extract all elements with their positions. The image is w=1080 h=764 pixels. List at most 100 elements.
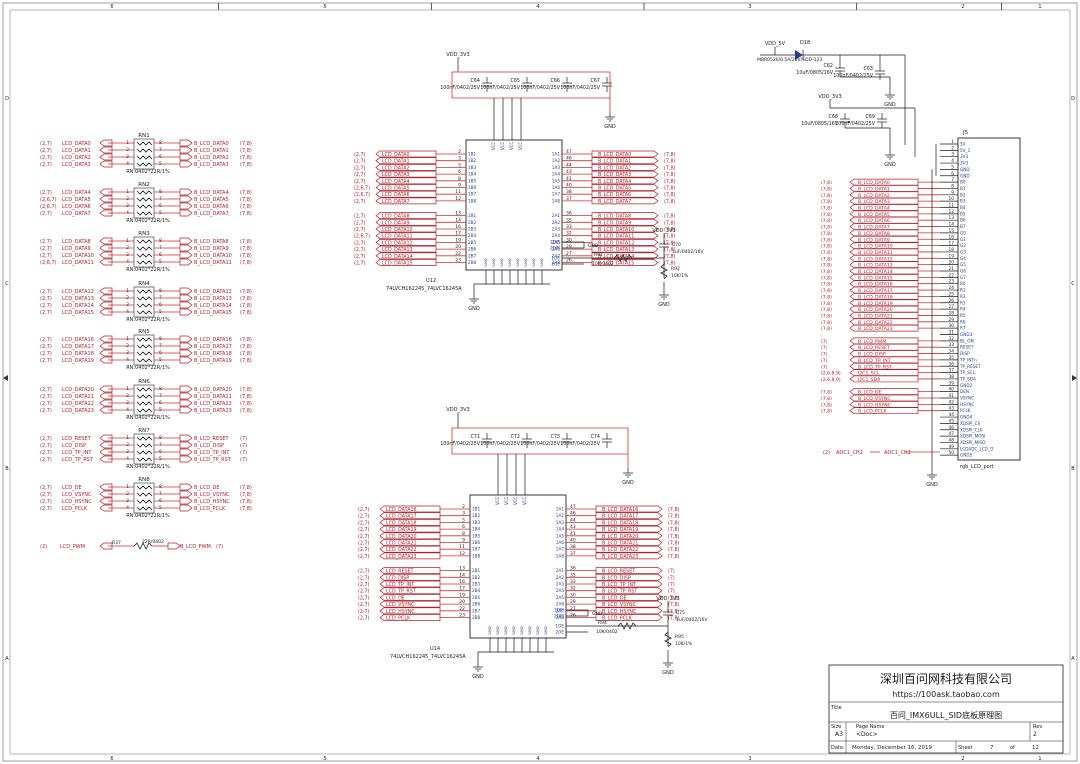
pin-number: 11 [459,544,465,550]
pin-name: 5V_1 [960,148,971,153]
pin-name: 2B2 [472,575,481,580]
pin-number: 37 [570,551,576,557]
rn-left-net: LCD_DATA21 [62,394,94,400]
pin-name: TP_RESET [959,364,981,369]
border-col-label: 2 [961,4,964,10]
rn-resistor [136,408,153,413]
pin-name: 1B5 [468,178,477,183]
adc-net: ADC1_CH2 [836,450,863,456]
pin-number: 2 [951,145,954,151]
cap-ref: C66 [551,78,560,84]
in-net: LCD_DE [386,595,405,601]
resistor-network-rn1: RN11 8(2,7) LCD_DATA0 B_LCD_DATA0 (7,8)2 7(2,… [40,133,252,175]
rn-left-ref: (2,7) [40,239,52,245]
pin-name: 2B1 [468,213,477,218]
out-net: B_LCD_DE [602,595,627,601]
rn-left-net: LCD_RESET [62,436,92,442]
rn-right-net: B_LCD_DATA9 [194,246,229,252]
in-net: LCD_DATA5 [382,186,410,192]
rn-resistor [136,457,153,462]
rn-right-ref: (7,8) [240,289,252,295]
out-net: B_LCD_DATA10 [598,227,634,233]
net-ref: (7,8) [821,212,832,218]
rn-right-net: B_LCD_DATA17 [194,344,232,350]
sheet-number: 7 [990,745,994,751]
rn-left-ref: (2,7) [40,211,52,217]
net-ref: (7,8) [821,288,832,294]
buffer-u14: VDD_3V3C71100nF/0402/25VC72100nF/0402/25… [358,407,709,680]
rn-right-net: B_LCD_DATA10 [194,253,232,259]
in-net: LCD_DATA11 [382,234,413,240]
rn-resistor [136,394,153,399]
pin-number: 22 [949,272,955,278]
pin-name: GND3 [960,332,973,337]
rn-right-net: B_LCD_TP_INT [194,450,230,456]
pin-number: 47 [570,504,576,510]
rn-left-net: LCD_DATA18 [62,351,94,357]
out-net: B_LCD_DATA0 [598,152,631,158]
cap-value: 100nF/0402/25V [480,85,520,91]
pin-name: 1B5 [472,533,481,538]
rc-cap-ref: C70 [672,242,681,248]
pin-number: 27 [566,251,572,257]
pin-name: R6 [960,319,966,324]
pin-number: 11 [949,203,955,209]
in-net: LCD_DISP [386,575,409,581]
out-ref: (7,8) [664,199,676,205]
resistor-network-rn5: RN51 8(2,7) LCD_DATA16 B_LCD_DATA16 (7,8)2 7(… [40,329,252,371]
rn-right-net: B_LCD_HSYNC [194,499,230,505]
pin-number: 18 [949,247,955,253]
cap-ref: C72 [511,434,520,440]
net-ref: (7,8) [821,409,832,415]
pin-name: 2A4 [552,233,561,238]
out-ref: (7,8) [668,547,680,553]
pwm-left-ref: (2) [40,544,47,550]
net-ref: (7,8) [821,275,832,281]
in-net: LCD_DATA9 [382,220,410,226]
date-value: Monday, December 16, 2019 [852,745,932,751]
pin-number: 16 [455,224,461,230]
rn-right-net: B_LCD_DATA0 [194,141,229,147]
pin-name: R5 [960,313,966,318]
pin-number: 49 [949,444,955,450]
cap-value: 100nF/0402/25V [835,121,875,127]
pin-name: 1A5 [552,178,561,183]
in-ref: (2,7) [354,261,366,267]
cap-value: 10uF/0805/16V [796,70,833,76]
pin-number: 23 [459,613,465,619]
gnd-pin-label: GND [503,626,508,635]
rn-resistor [136,162,153,167]
rn-right-net: B_LCD_DATA22 [194,401,232,407]
pin-name: LCDADC_LCD_D [960,446,993,451]
rc-res-value: 10K/1% [671,273,689,279]
net-ref: (7,8) [821,282,832,288]
rn-resistor [136,190,153,195]
in-ref: (2,7) [358,541,370,547]
pin-name: XDSPI_CLK [960,427,983,432]
in-net: LCD_DATA13 [382,247,413,253]
in-ref: (2,7) [358,602,370,608]
border-col-label: 1 [1038,756,1041,762]
rn-left-net: LCD_DATA13 [62,296,94,302]
rn-value: RN:0402*22R/1% [126,513,170,519]
net-ref: (7,8) [821,218,832,224]
pwm-resistor: (2) LCD_PWM R37 22R/0402 B_LCD_PWM (7) [40,539,223,550]
pin-name: HSYNC [960,402,974,407]
in-ref: (2,7) [358,575,370,581]
rn-left-ref: (2,7) [40,506,52,512]
vcc-pin-label: VCC [491,141,496,150]
pin-number: 37 [566,196,572,202]
in-ref: (2,7) [358,527,370,533]
rn-left-ref: (2,7) [40,344,52,350]
pin-name: G7 [960,275,966,280]
out-ref: (7) [668,569,675,575]
rn-right-net: B_LCD_DATA18 [194,351,232,357]
pin-name: 2A1 [556,568,565,573]
in-net: LCD_DATA1 [382,159,410,165]
rn-resistor [136,492,153,497]
rn-right-ref: (7,8) [240,211,252,217]
pin-number: 35 [566,217,572,223]
net-flag [179,251,193,259]
pin-name: B2 [960,192,966,197]
ctrl-pin-name: 2OE [555,630,564,635]
